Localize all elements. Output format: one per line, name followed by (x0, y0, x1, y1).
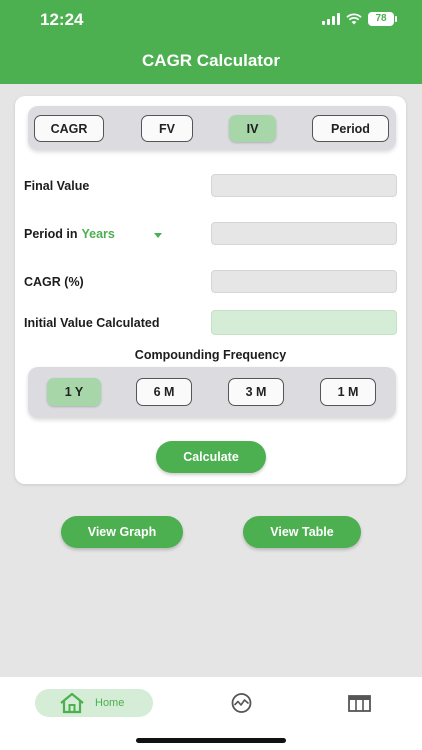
view-graph-button[interactable]: View Graph (61, 516, 183, 548)
initial-value-label: Initial Value Calculated (24, 316, 160, 330)
page-title: CAGR Calculator (142, 51, 280, 70)
graph-icon[interactable] (230, 693, 253, 713)
frequency-6m-button[interactable]: 6 M (136, 378, 192, 406)
mode-iv-button[interactable]: IV (229, 115, 276, 142)
frequency-1m-button[interactable]: 1 M (320, 378, 376, 406)
app-header: 12:24 78 CAGR Calculator (0, 0, 422, 84)
mode-selector: CAGR FV IV Period (28, 106, 396, 150)
chevron-down-icon[interactable] (154, 233, 162, 238)
period-unit-select[interactable]: Years (81, 227, 114, 241)
cagr-label: CAGR (%) (24, 275, 84, 289)
mode-fv-button[interactable]: FV (141, 115, 193, 142)
mode-cagr-button[interactable]: CAGR (34, 115, 104, 142)
calculate-button[interactable]: Calculate (156, 441, 266, 473)
period-label: Period in Years (24, 227, 115, 241)
period-label-text: Period in (24, 227, 78, 241)
frequency-selector: 1 Y 6 M 3 M 1 M (28, 367, 396, 418)
mode-period-button[interactable]: Period (312, 115, 389, 142)
view-table-button[interactable]: View Table (243, 516, 361, 548)
home-indicator (136, 738, 286, 743)
frequency-3m-button[interactable]: 3 M (228, 378, 284, 406)
home-icon (60, 692, 84, 714)
final-value-label: Final Value (24, 179, 90, 193)
calculator-card: CAGR FV IV Period Final Value Period in Y… (15, 96, 406, 484)
tab-home-label: Home (95, 697, 125, 709)
compounding-frequency-title: Compounding Frequency (134, 348, 287, 362)
status-time: 12:24 (40, 10, 84, 29)
cellular-signal-icon (322, 13, 340, 25)
frequency-1y-button[interactable]: 1 Y (47, 378, 101, 406)
wifi-icon (346, 13, 362, 25)
status-icons: 78 (322, 12, 397, 26)
battery-icon: 78 (368, 12, 397, 26)
period-input[interactable] (211, 222, 397, 245)
initial-value-result (211, 310, 397, 335)
final-value-input[interactable] (211, 174, 397, 197)
cagr-input[interactable] (211, 270, 397, 293)
table-icon[interactable] (348, 695, 371, 712)
tab-home[interactable]: Home (35, 689, 153, 717)
